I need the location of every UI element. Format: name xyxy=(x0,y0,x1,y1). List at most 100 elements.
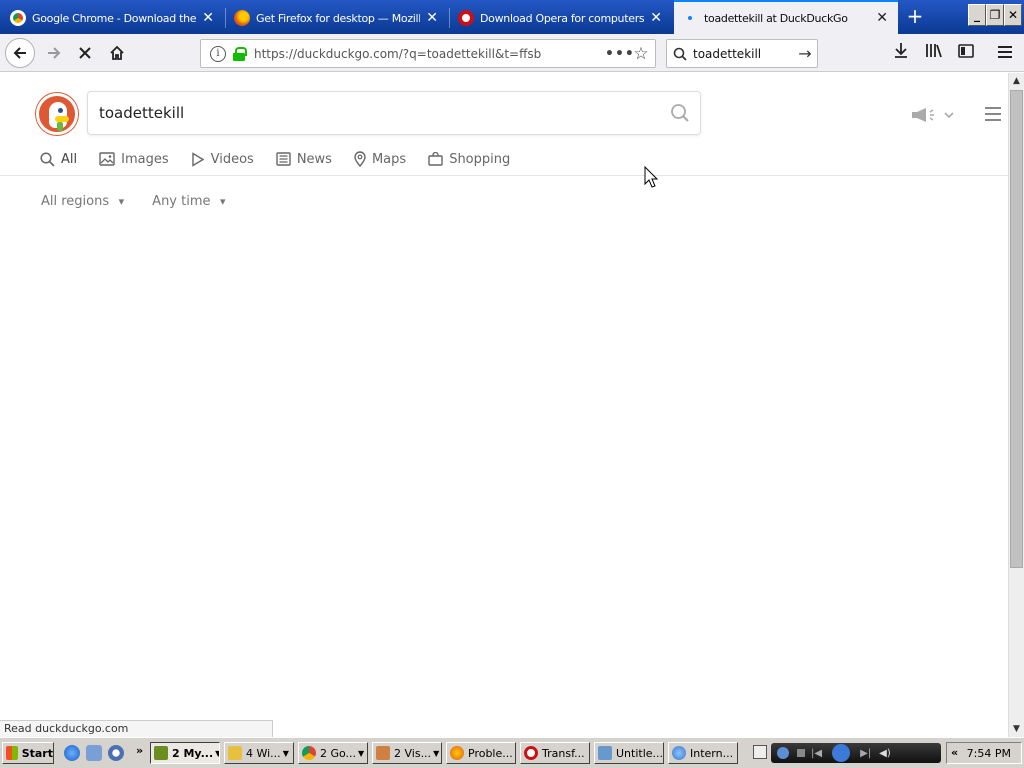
tab-strip: Google Chrome - Download the Fa ✕ Get Fi… xyxy=(0,0,1024,34)
scroll-down-arrow-icon[interactable]: ▼ xyxy=(1009,721,1024,737)
tab-chrome[interactable]: Google Chrome - Download the Fa ✕ xyxy=(2,2,224,34)
browser-search-bar[interactable]: toadettekill → xyxy=(666,39,818,68)
task-button[interactable]: 2 Go... ▼ xyxy=(298,742,368,764)
paint-icon xyxy=(598,746,612,760)
feedback-menu[interactable] xyxy=(910,105,954,125)
duckduckgo-logo[interactable] xyxy=(36,93,78,135)
chevron-down-icon xyxy=(944,108,954,122)
task-button[interactable]: Intern... xyxy=(668,742,738,764)
media-player-icon[interactable] xyxy=(108,745,124,761)
close-tab-icon[interactable]: ✕ xyxy=(424,10,440,26)
scroll-up-arrow-icon[interactable]: ▲ xyxy=(1009,73,1024,89)
task-button[interactable]: Untitle... xyxy=(594,742,664,764)
task-button[interactable]: Proble... xyxy=(446,742,516,764)
home-button[interactable] xyxy=(103,39,131,67)
chevron-down-icon: ▼ xyxy=(433,748,440,758)
tab-title: toadettekill at DuckDuckGo xyxy=(704,11,848,25)
tab-all[interactable]: All xyxy=(40,152,77,167)
stop-icon xyxy=(79,47,91,59)
restore-button[interactable]: ❐ xyxy=(986,4,1004,26)
tab-opera[interactable]: Download Opera for computers - ( ✕ xyxy=(450,2,672,34)
next-track-icon[interactable]: ▶| xyxy=(860,748,871,759)
task-label: 2 Go... xyxy=(320,746,357,760)
close-tab-icon[interactable]: ✕ xyxy=(874,10,890,26)
tab-label: Videos xyxy=(210,151,254,167)
vertical-scrollbar[interactable]: ▲ ▼ xyxy=(1008,73,1024,737)
task-button[interactable]: 4 Wi... ▼ xyxy=(224,742,294,764)
search-icon[interactable] xyxy=(660,103,700,123)
search-icon xyxy=(667,47,693,61)
chevron-down-icon: ▼ xyxy=(282,748,289,758)
task-label: 2 My... xyxy=(172,746,214,760)
system-tray: « 7:54 PM xyxy=(946,742,1022,764)
megaphone-icon xyxy=(912,108,934,122)
media-player-toolbar[interactable]: |◀ ▶| ◀) xyxy=(771,743,941,763)
tab-shopping[interactable]: Shopping xyxy=(428,152,510,167)
play-icon xyxy=(191,151,205,167)
scrollbar-thumb[interactable] xyxy=(1010,90,1023,568)
region-filter-dropdown[interactable]: All regions xyxy=(41,194,124,209)
tab-maps[interactable]: Maps xyxy=(354,151,406,167)
mouse-cursor-icon xyxy=(644,166,658,188)
task-button[interactable]: Transf... xyxy=(520,742,590,764)
tray-overflow-icon[interactable]: « xyxy=(951,746,958,759)
clock[interactable]: 7:54 PM xyxy=(967,747,1011,760)
start-button[interactable]: Start xyxy=(2,742,54,764)
tab-label: Shopping xyxy=(449,151,511,167)
home-icon xyxy=(110,45,124,60)
chrome-icon xyxy=(302,746,316,760)
stop-icon[interactable] xyxy=(797,749,805,757)
start-label: Start xyxy=(21,746,53,760)
tab-label: Maps xyxy=(371,151,407,167)
back-arrow-icon xyxy=(13,47,26,59)
tab-news[interactable]: News xyxy=(276,152,332,167)
tab-duckduckgo[interactable]: toadettekill at DuckDuckGo ✕ xyxy=(674,0,898,34)
sidebar-toggle-icon[interactable] xyxy=(955,42,977,64)
task-button[interactable]: 2 My... ▼ xyxy=(150,742,220,764)
map-pin-icon xyxy=(354,151,366,167)
tab-videos[interactable]: Videos xyxy=(191,152,254,167)
site-info-icon[interactable]: i xyxy=(210,45,226,62)
search-icon xyxy=(40,151,55,167)
tab-label: Images xyxy=(121,151,169,167)
ddg-menu-icon[interactable] xyxy=(985,107,1001,125)
close-tab-icon[interactable]: ✕ xyxy=(648,10,664,26)
back-button[interactable] xyxy=(5,38,35,68)
search-input[interactable]: toadettekill xyxy=(693,47,793,61)
keyboard-icon[interactable] xyxy=(753,745,767,759)
ddg-search-box[interactable]: toadettekill xyxy=(87,91,701,135)
page-actions-icon[interactable]: ••• xyxy=(605,46,634,62)
downloads-icon[interactable] xyxy=(890,42,912,64)
opera-icon xyxy=(458,10,474,26)
quicklaunch-overflow-icon[interactable]: » xyxy=(136,744,143,757)
search-verticals: All Images Videos News Maps Shopping xyxy=(40,149,532,169)
forward-arrow-icon xyxy=(48,47,61,59)
previous-track-icon[interactable]: |◀ xyxy=(811,748,822,759)
volume-icon[interactable]: ◀) xyxy=(879,748,891,759)
ddg-search-input[interactable]: toadettekill xyxy=(88,104,660,122)
stop-button[interactable] xyxy=(71,39,99,67)
tab-images[interactable]: Images xyxy=(99,152,169,167)
windows-logo-icon xyxy=(6,746,18,760)
search-go-arrow-icon[interactable]: → xyxy=(793,44,817,63)
chevron-down-icon: ▼ xyxy=(358,748,365,758)
restore-player-icon[interactable] xyxy=(777,747,789,759)
folder-icon xyxy=(228,746,242,760)
menu-icon[interactable] xyxy=(994,42,1016,64)
internet-explorer-icon[interactable] xyxy=(64,745,80,761)
show-desktop-icon[interactable] xyxy=(86,745,102,761)
task-button[interactable]: 2 Vis... ▼ xyxy=(372,742,442,764)
forward-button[interactable] xyxy=(40,39,68,67)
url-bar[interactable]: i https://duckduckgo.com/?q=toadettekill… xyxy=(200,39,656,68)
tab-firefox[interactable]: Get Firefox for desktop — Mozilla ✕ xyxy=(226,2,448,34)
new-tab-button[interactable]: + xyxy=(903,4,927,28)
close-window-button[interactable]: ✕ xyxy=(1004,4,1022,26)
time-filter-dropdown[interactable]: Any time xyxy=(152,194,225,209)
play-icon[interactable] xyxy=(832,744,851,762)
bookmark-star-icon[interactable]: ☆ xyxy=(627,44,655,64)
url-text[interactable]: https://duckduckgo.com/?q=toadettekill&t… xyxy=(254,47,605,61)
close-tab-icon[interactable]: ✕ xyxy=(200,10,216,26)
lock-icon[interactable] xyxy=(233,46,247,61)
library-icon[interactable] xyxy=(923,42,945,64)
minimize-button[interactable]: _ xyxy=(968,4,986,26)
